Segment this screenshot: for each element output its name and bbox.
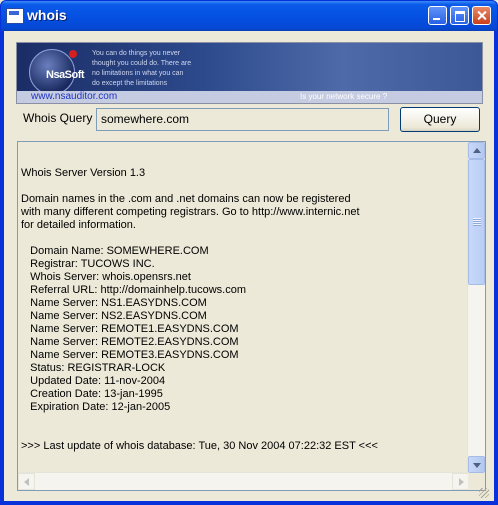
query-button[interactable]: Query bbox=[400, 107, 480, 132]
scroll-up-button[interactable] bbox=[468, 142, 485, 159]
arrow-down-icon bbox=[473, 463, 481, 468]
logo-text: NsaSoft bbox=[46, 69, 85, 81]
scroll-thumb[interactable] bbox=[468, 159, 485, 285]
minimize-button[interactable] bbox=[428, 6, 447, 25]
whois-query-input[interactable]: somewhere.com bbox=[96, 108, 389, 131]
grip-icon bbox=[473, 218, 481, 226]
horizontal-scrollbar[interactable] bbox=[18, 472, 469, 490]
client-area: NsaSoft You can do things you never thou… bbox=[4, 31, 494, 501]
resize-grip-icon[interactable] bbox=[479, 488, 489, 498]
website-link[interactable]: www.nsauditor.com bbox=[31, 91, 117, 103]
scroll-left-button[interactable] bbox=[18, 473, 35, 490]
close-button[interactable] bbox=[472, 6, 491, 25]
vertical-scrollbar[interactable] bbox=[467, 142, 485, 473]
whois-result-text: Whois Server Version 1.3 Domain names in… bbox=[21, 167, 378, 452]
arrow-left-icon bbox=[24, 478, 29, 486]
scroll-right-button[interactable] bbox=[452, 473, 469, 490]
nsasoft-banner: NsaSoft You can do things you never thou… bbox=[16, 42, 483, 104]
whois-query-label: Whois Query : bbox=[23, 111, 100, 125]
maximize-button[interactable] bbox=[450, 6, 469, 25]
window-title: whois bbox=[27, 7, 67, 23]
whois-window: whois NsaSoft You can do things you neve… bbox=[0, 0, 498, 505]
banner-slogan: You can do things you never thought you … bbox=[92, 50, 192, 87]
arrow-right-icon bbox=[459, 478, 464, 486]
whois-result-area[interactable]: Whois Server Version 1.3 Domain names in… bbox=[17, 141, 486, 491]
logo-swoosh-icon bbox=[69, 50, 77, 58]
app-icon[interactable] bbox=[6, 8, 24, 24]
banner-tagline: Is your network secure ? bbox=[300, 92, 388, 101]
arrow-up-icon bbox=[473, 148, 481, 153]
nsasoft-logo-icon: NsaSoft bbox=[29, 49, 85, 95]
scroll-down-button[interactable] bbox=[468, 456, 485, 473]
title-bar[interactable]: whois bbox=[1, 1, 497, 31]
